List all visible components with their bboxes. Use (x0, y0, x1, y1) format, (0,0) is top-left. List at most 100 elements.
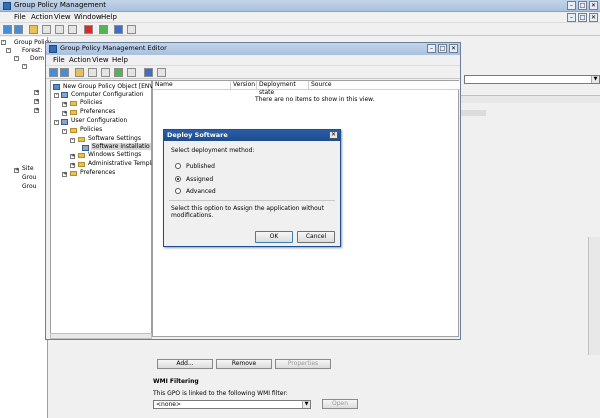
maximize-button[interactable]: □ (578, 1, 587, 10)
copy-icon[interactable] (55, 25, 64, 34)
details-header-bar (448, 95, 600, 103)
editor-minimize-button[interactable]: – (427, 44, 436, 53)
menu-action[interactable]: Action (31, 13, 53, 21)
help-icon[interactable] (114, 25, 123, 34)
properties-icon[interactable] (127, 25, 136, 34)
wmi-filter-select[interactable]: <none> ▼ (153, 400, 311, 409)
remove-button[interactable]: Remove (216, 359, 272, 369)
forward-icon[interactable] (60, 68, 69, 77)
column-version[interactable]: Version (231, 81, 257, 90)
column-source[interactable]: Source (309, 81, 460, 90)
tree-user-policies[interactable]: Policies (80, 126, 102, 133)
close-button[interactable]: ✕ (589, 1, 598, 10)
child-minimize-button[interactable]: – (567, 13, 576, 22)
cancel-button[interactable]: Cancel (297, 231, 335, 243)
details-dropdown[interactable]: ▼ (464, 75, 600, 84)
radio-assigned[interactable] (175, 176, 181, 182)
editor-menu-action[interactable]: Action (69, 56, 91, 64)
up-folder-icon[interactable] (75, 68, 84, 77)
tree-software-settings[interactable]: Software Settings (88, 135, 141, 142)
ok-button[interactable]: OK (255, 231, 293, 243)
refresh-icon[interactable] (114, 68, 123, 77)
folder-icon (70, 110, 77, 115)
radio-assigned-label[interactable]: Assigned (186, 176, 213, 183)
minimize-button[interactable]: – (567, 1, 576, 10)
expand-icon[interactable]: + (34, 99, 39, 104)
radio-advanced-label[interactable]: Advanced (186, 188, 216, 195)
help-icon[interactable] (144, 68, 153, 77)
delete-icon[interactable] (84, 25, 93, 34)
dialog-separator (169, 200, 335, 201)
outer-menu-bar: File Action View Window Help – □ ✕ (0, 12, 600, 23)
radio-published-label[interactable]: Published (186, 163, 215, 170)
list-icon[interactable] (101, 68, 110, 77)
tree-windows-settings[interactable]: Windows Settings (88, 151, 141, 158)
back-icon[interactable] (49, 68, 58, 77)
refresh-icon[interactable] (99, 25, 108, 34)
show-hide-tree-icon[interactable] (88, 68, 97, 77)
expand-icon[interactable]: + (70, 154, 75, 159)
expand-collapse-icon[interactable]: - (1, 40, 6, 45)
editor-menu-file[interactable]: File (53, 56, 65, 64)
menu-file[interactable]: File (14, 13, 26, 21)
folder-icon (78, 137, 85, 142)
editor-tree-pane: New Group Policy Object [ENV43-D - Compu… (50, 80, 168, 337)
expand-icon[interactable]: + (70, 163, 75, 168)
column-deployment-state[interactable]: Deployment state (257, 81, 309, 96)
properties-icon[interactable] (157, 68, 166, 77)
child-close-button[interactable]: ✕ (589, 13, 598, 22)
tree-group-policy-modeling[interactable]: Grou (22, 174, 36, 181)
tree-administrative-templates[interactable]: Administrative Templat (88, 160, 157, 167)
paste-icon[interactable] (68, 25, 77, 34)
tree-group-policy-results[interactable]: Grou (22, 183, 36, 190)
tree-user-configuration[interactable]: User Configuration (71, 117, 127, 124)
expand-icon[interactable]: + (62, 111, 67, 116)
menu-help[interactable]: Help (101, 13, 117, 21)
back-icon[interactable] (3, 25, 12, 34)
column-name[interactable]: Name (153, 81, 231, 90)
gpm-app-icon (3, 2, 11, 10)
editor-menu-help[interactable]: Help (112, 56, 128, 64)
show-hide-tree-icon[interactable] (42, 25, 51, 34)
folder-icon (70, 171, 77, 176)
tree-domains[interactable]: Dom (30, 55, 44, 62)
radio-advanced[interactable] (175, 188, 181, 194)
collapse-icon[interactable]: - (54, 93, 59, 98)
tree-computer-policies[interactable]: Policies (80, 99, 102, 106)
expand-icon[interactable]: + (62, 172, 67, 177)
tree-computer-preferences[interactable]: Preferences (80, 108, 115, 115)
chevron-down-icon: ▼ (302, 401, 310, 408)
editor-close-button[interactable]: ✕ (449, 44, 458, 53)
radio-published[interactable] (175, 163, 181, 169)
child-restore-button[interactable]: □ (578, 13, 587, 22)
collapse-icon[interactable]: - (54, 120, 59, 125)
tree-forest[interactable]: Forest: (22, 47, 42, 54)
menu-view[interactable]: View (54, 13, 71, 21)
properties-button[interactable]: Properties (275, 359, 331, 369)
dialog-close-button[interactable]: ✕ (329, 131, 338, 139)
collapse-icon[interactable]: - (62, 129, 67, 134)
vertical-scrollbar[interactable] (588, 237, 600, 355)
up-folder-icon[interactable] (29, 25, 38, 34)
add-button[interactable]: Add... (157, 359, 213, 369)
expand-icon[interactable]: + (34, 108, 39, 113)
expand-collapse-icon[interactable]: - (22, 64, 27, 69)
tree-horizontal-scrollbar[interactable] (50, 333, 152, 339)
expand-icon[interactable]: + (14, 168, 19, 173)
forward-icon[interactable] (14, 25, 23, 34)
editor-maximize-button[interactable]: □ (438, 44, 447, 53)
editor-menu-view[interactable]: View (92, 56, 109, 64)
collapse-icon[interactable]: - (70, 138, 75, 143)
tree-software-installation[interactable]: Software installatio (91, 143, 151, 150)
tree-sites[interactable]: Site (22, 165, 34, 172)
tree-computer-configuration[interactable]: Computer Configuration (71, 91, 143, 98)
tree-user-preferences[interactable]: Preferences (80, 169, 115, 176)
export-icon[interactable] (127, 68, 136, 77)
dialog-title: Deploy Software (164, 130, 340, 141)
wmi-open-button[interactable]: Open (322, 399, 358, 409)
expand-collapse-icon[interactable]: - (6, 48, 11, 53)
menu-window[interactable]: Window (74, 13, 102, 21)
expand-icon[interactable]: + (34, 90, 39, 95)
expand-collapse-icon[interactable]: - (14, 56, 19, 61)
expand-icon[interactable]: + (62, 102, 67, 107)
